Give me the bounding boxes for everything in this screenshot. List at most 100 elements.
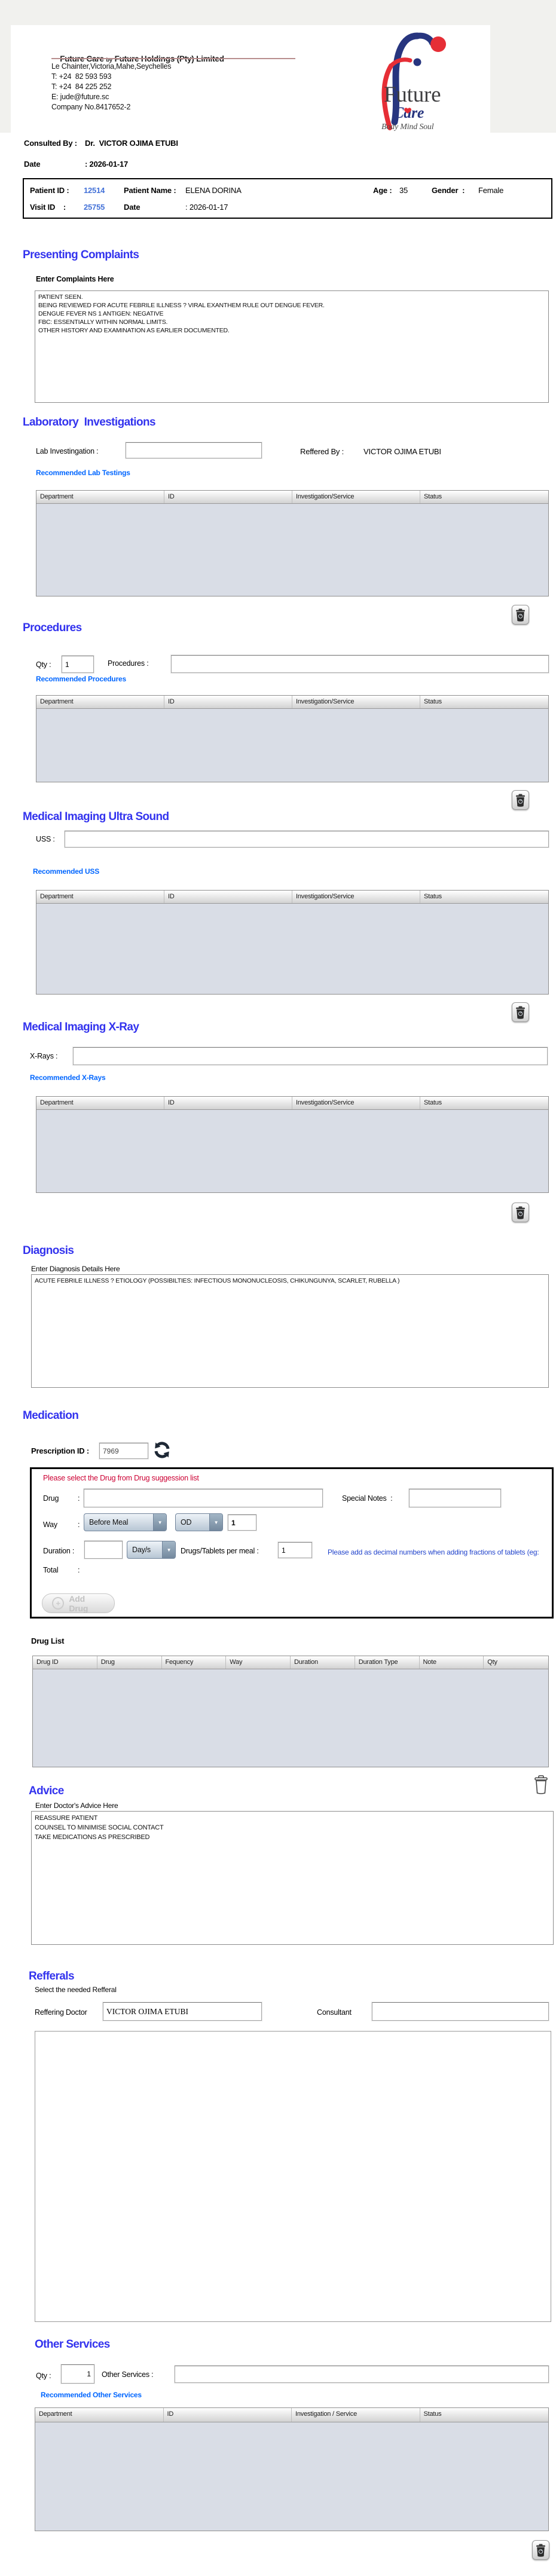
other-col-department: Department bbox=[35, 2408, 164, 2422]
trash-icon bbox=[516, 608, 525, 622]
diagnosis-textarea[interactable]: ACUTE FEBRILE ILLNESS ? ETIOLOGY (POSSIB… bbox=[31, 1274, 549, 1388]
consult-date-label: Date bbox=[24, 160, 41, 169]
duration-input[interactable] bbox=[84, 1541, 123, 1559]
letterhead-underline bbox=[51, 58, 295, 59]
procedures-delete-button[interactable] bbox=[512, 790, 529, 810]
referral-listbox[interactable] bbox=[35, 2031, 551, 2322]
uss-col-service: Investigation/Service bbox=[292, 891, 420, 903]
total-colon: : bbox=[78, 1566, 80, 1574]
prescription-id-input[interactable] bbox=[99, 1443, 148, 1459]
logo-future-text: Future bbox=[384, 82, 441, 107]
drug-col-id: Drug ID bbox=[33, 1656, 97, 1669]
prescription-id-label: Prescription ID : bbox=[31, 1446, 90, 1455]
procedures-col-service: Investigation/Service bbox=[292, 696, 420, 708]
diagnosis-label: Enter Diagnosis Details Here bbox=[31, 1265, 120, 1273]
add-drug-button[interactable]: + Add Drug bbox=[42, 1593, 115, 1613]
uss-delete-button[interactable] bbox=[512, 1002, 529, 1022]
recommended-lab-testings-link[interactable]: Recommended Lab Testings bbox=[36, 469, 130, 477]
visit-id-value: 25755 bbox=[84, 203, 105, 212]
xray-table: Department ID Investigation/Service Stat… bbox=[36, 1096, 549, 1193]
drug-col-note: Note bbox=[420, 1656, 484, 1669]
trash-icon bbox=[536, 2544, 545, 2557]
chevron-down-icon: ▼ bbox=[153, 1514, 166, 1531]
referrals-section-title: Refferals bbox=[29, 1970, 75, 1983]
drug-list-table: Drug ID Drug Fequency Way Duration Durat… bbox=[32, 1656, 549, 1767]
complaints-label: Enter Complaints Here bbox=[36, 275, 114, 283]
xray-table-header: Department ID Investigation/Service Stat… bbox=[36, 1097, 548, 1110]
xray-input[interactable] bbox=[73, 1047, 548, 1065]
lab-investigation-input[interactable] bbox=[126, 442, 262, 458]
recommended-procedures-link[interactable]: Recommended Procedures bbox=[36, 675, 126, 683]
uss-table: Department ID Investigation/Service Stat… bbox=[36, 890, 549, 995]
refresh-icon bbox=[154, 1442, 170, 1458]
logo-tagline-text: Body Mind Soul bbox=[381, 123, 434, 131]
other-services-label: Other Services : bbox=[102, 2370, 154, 2379]
gender-label: Gender : bbox=[432, 186, 465, 195]
referring-doctor-input[interactable] bbox=[103, 2002, 262, 2021]
lab-referred-by-value: VICTOR OJIMA ETUBI bbox=[363, 447, 441, 456]
medication-section-title: Medication bbox=[23, 1409, 79, 1422]
procedures-qty-input[interactable] bbox=[62, 656, 94, 673]
xray-col-status: Status bbox=[424, 1099, 442, 1106]
patient-info-box bbox=[23, 178, 552, 219]
procedures-label: Procedures : bbox=[108, 659, 149, 668]
uss-input[interactable] bbox=[65, 831, 549, 848]
patient-name-label: Patient Name : bbox=[124, 186, 176, 195]
xray-delete-button[interactable] bbox=[512, 1203, 529, 1222]
complaints-textarea[interactable]: PATIENT SEEN. BEING REVIEWED FOR ACUTE F… bbox=[35, 290, 549, 403]
chevron-down-icon: ▼ bbox=[162, 1541, 175, 1558]
uss-table-header: Department ID Investigation/Service Stat… bbox=[36, 891, 548, 904]
procedures-input[interactable] bbox=[171, 655, 549, 673]
drug-col-duration: Duration bbox=[291, 1656, 355, 1669]
lab-col-service: Investigation/Service bbox=[292, 491, 420, 503]
procedures-col-status: Status bbox=[424, 698, 442, 705]
consulted-by-value: Dr. VICTOR OJIMA ETUBI bbox=[85, 139, 178, 148]
advice-label: Enter Doctor's Advice Here bbox=[35, 1801, 118, 1810]
per-meal-input[interactable] bbox=[278, 1542, 312, 1558]
visit-date-value: : 2026-01-17 bbox=[185, 203, 228, 212]
trash-icon bbox=[516, 1206, 525, 1219]
other-services-input[interactable] bbox=[175, 2366, 549, 2383]
way-qty-input[interactable] bbox=[228, 1515, 256, 1531]
recommended-other-services-link[interactable]: Recommended Other Services bbox=[41, 2391, 142, 2399]
recommended-xrays-link[interactable]: Recommended X-Rays bbox=[30, 1073, 106, 1082]
drug-col-drug: Drug bbox=[97, 1656, 162, 1669]
drug-col-duration-type: Duration Type bbox=[355, 1656, 420, 1669]
advice-textarea[interactable]: REASSURE PATIENT COUNSEL TO MINIMISE SOC… bbox=[31, 1811, 554, 1945]
duration-label: Duration : bbox=[43, 1547, 75, 1555]
drug-col-frequency: Fequency bbox=[162, 1656, 227, 1669]
lab-delete-button[interactable] bbox=[512, 605, 529, 625]
advice-section-title: Advice bbox=[29, 1785, 64, 1797]
recommended-uss-link[interactable]: Recommended USS bbox=[33, 867, 99, 876]
drug-colon: : bbox=[78, 1494, 80, 1503]
xray-section-title: Medical Imaging X-Ray bbox=[23, 1021, 139, 1033]
way-select[interactable]: Before Meal ▼ bbox=[84, 1513, 167, 1531]
prescription-refresh-button[interactable] bbox=[153, 1440, 171, 1460]
fraction-note: Please add as decimal numbers when addin… bbox=[328, 1548, 539, 1556]
company-phone2: T: +24 84 225 252 bbox=[51, 82, 112, 91]
other-services-section-title: Other Services bbox=[35, 2338, 110, 2351]
consultant-input[interactable] bbox=[372, 2002, 549, 2021]
other-qty-input[interactable] bbox=[61, 2364, 94, 2384]
drug-list-delete-button[interactable] bbox=[532, 1774, 550, 1795]
special-notes-input[interactable] bbox=[409, 1489, 501, 1507]
drug-input[interactable] bbox=[84, 1489, 323, 1507]
patient-id-value: 12514 bbox=[84, 186, 105, 195]
procedures-col-id: ID bbox=[164, 696, 292, 708]
referrals-subtitle: Select the needed Refferal bbox=[35, 1985, 117, 1994]
visit-id-label: Visit ID : bbox=[30, 203, 66, 212]
uss-section-title: Medical Imaging Ultra Sound bbox=[23, 810, 169, 823]
frequency-select[interactable]: OD ▼ bbox=[175, 1513, 223, 1531]
company-number: Company No.8417652-2 bbox=[51, 103, 131, 111]
uss-col-id: ID bbox=[164, 891, 292, 903]
duration-unit-select[interactable]: Day/s ▼ bbox=[127, 1541, 176, 1559]
frequency-select-value: OD bbox=[181, 1518, 192, 1526]
lab-col-status: Status bbox=[424, 493, 442, 500]
lab-col-id: ID bbox=[164, 491, 292, 503]
other-col-service: Investigation / Service bbox=[292, 2408, 420, 2422]
other-services-delete-button[interactable] bbox=[532, 2540, 549, 2560]
logo-red-dot bbox=[430, 36, 446, 52]
patient-name-value: ELENA DORINA bbox=[185, 186, 242, 195]
procedures-table-header: Department ID Investigation/Service Stat… bbox=[36, 696, 548, 709]
drug-col-way: Way bbox=[226, 1656, 291, 1669]
